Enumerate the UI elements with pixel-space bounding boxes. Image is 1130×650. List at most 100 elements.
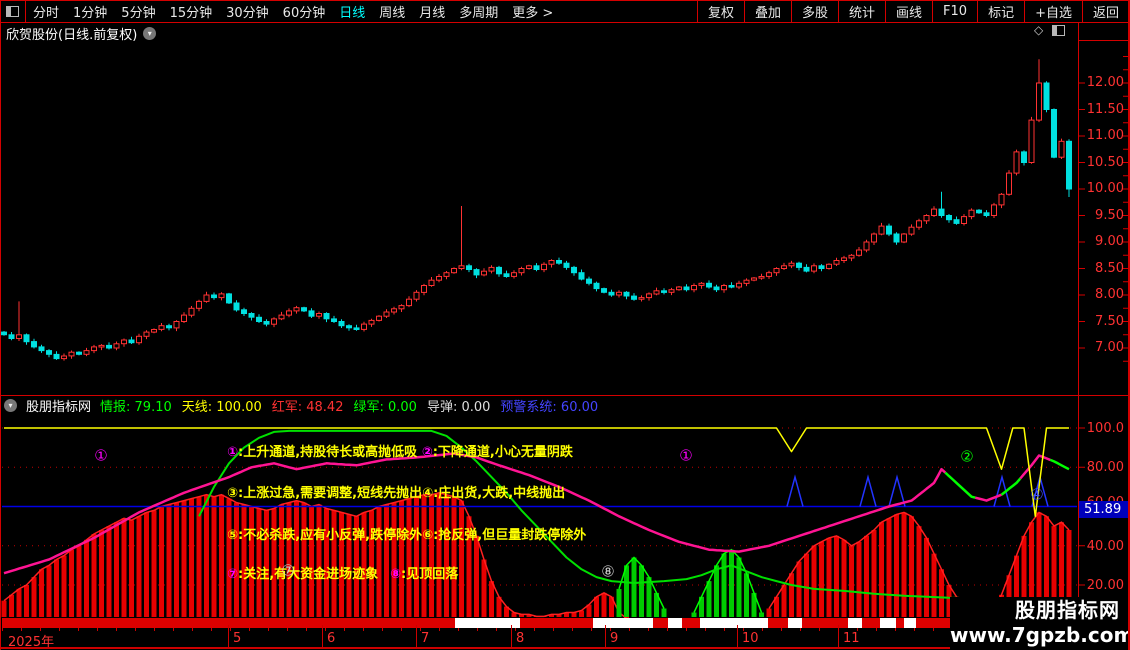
annotation-row-2: ③:上涨过急,需要调整,短线先抛出④:庄出货,大跌,中线抛出 [227, 482, 565, 501]
toolbar-button-7[interactable]: 标记 [977, 0, 1024, 22]
axis-vline [1078, 22, 1079, 650]
axis-tick [553, 628, 554, 631]
axis-bottom-border [0, 647, 950, 649]
annotation-text: :上涨过急,需要调整,短线先抛出 [238, 486, 423, 501]
top-toolbar: 分时 1分钟 5分钟 15分钟 30分钟 60分钟 日线 周线 月线 多周期 更多 > 复权 叠加 多股… [0, 0, 1129, 23]
period-tab-9[interactable]: 月线 [412, 2, 452, 21]
layout-icon-button[interactable] [0, 0, 26, 22]
indicator-field-2: 天线: 100.00 [181, 400, 262, 415]
period-tab-5[interactable]: 30分钟 [219, 2, 276, 21]
annotation-text: ② [421, 445, 433, 460]
annotation-text: ⑧ [390, 567, 402, 582]
annotation-text: :见顶回落 [401, 567, 459, 582]
price-label: 7.50 [1095, 313, 1124, 329]
chart-corner-icons: ◇ [1034, 24, 1066, 36]
axis-tick [534, 628, 535, 631]
axis-top-tick [1078, 40, 1130, 41]
axis-tick [116, 628, 117, 631]
signal-strip-segment [880, 618, 896, 628]
signal-strip-segment [788, 618, 802, 628]
axis-tick [572, 628, 573, 631]
annotation-text: ⑥ [422, 528, 434, 543]
month-label: 6 [327, 631, 336, 646]
period-tab-1[interactable]: 分时 [26, 2, 66, 21]
axis-tick [496, 628, 497, 631]
diamond-icon[interactable]: ◇ [1034, 24, 1043, 36]
month-label: 8 [516, 631, 525, 646]
month-label: 10 [742, 631, 759, 646]
signal-strip-segment [700, 618, 768, 628]
axis-tick [781, 628, 782, 631]
annotation-text: :上升通道,持股待长或高抛低吸 [238, 445, 422, 460]
indicator-level-label: 40.00 [1086, 538, 1124, 554]
annotation-row-4: ⑦:关注,有大资金进场迹象 [227, 563, 378, 582]
indicator-collapse-icon[interactable]: ▾ [4, 399, 17, 412]
axis-tick [686, 628, 687, 631]
price-label: 8.00 [1095, 287, 1124, 302]
toolbar-button-3[interactable]: 多股 [790, 0, 838, 22]
toolbar-button-8[interactable]: +自选 [1024, 0, 1082, 22]
price-label: 9.50 [1095, 207, 1124, 223]
title-dropdown-icon[interactable]: ▾ [143, 27, 157, 40]
period-tab-6[interactable]: 60分钟 [276, 2, 333, 21]
period-tab-7[interactable]: 日线 [332, 2, 372, 21]
axis-tick [2, 628, 3, 631]
indicator-level-label: 100.0 [1086, 421, 1124, 436]
toolbar-button-2[interactable]: 叠加 [743, 0, 791, 22]
signal-strip-segment [668, 618, 682, 628]
period-tabs: 分时 1分钟 5分钟 15分钟 30分钟 60分钟 日线 周线 月线 多周期 更多 > [26, 2, 560, 21]
toolbar-button-1[interactable]: 复权 [696, 0, 744, 22]
indicator-field-4: 绿军: 0.00 [353, 400, 417, 415]
period-tab-11[interactable]: 更多 > [505, 2, 560, 21]
annotation-row-3: ⑤:不必杀跌,应有小反弹,跌停除外⑥:抢反弹,但巨量封跌停除外 [227, 524, 586, 543]
axis-tick [648, 628, 649, 631]
axis-tick [819, 628, 820, 631]
month-divider [605, 625, 606, 647]
panel-icon[interactable] [1052, 24, 1066, 36]
axis-tick [477, 628, 478, 631]
price-label: 12.00 [1086, 75, 1124, 90]
axis-tick [97, 628, 98, 631]
axis-tick [800, 628, 801, 631]
toolbar-actions: 复权 叠加 多股 统计 画线 F10 标记 +自选 返回 [696, 0, 1129, 22]
axis-tick [895, 628, 896, 631]
annotation-text: ⑤ [227, 528, 239, 543]
price-label: 10.50 [1086, 154, 1124, 170]
annotation-text: :庄出货,大跌,中线抛出 [433, 486, 566, 501]
period-tab-4[interactable]: 15分钟 [163, 2, 220, 21]
month-divider [511, 625, 512, 647]
signal-marker-⑦: ⑦ [281, 561, 295, 580]
toolbar-button-9[interactable]: 返回 [1081, 0, 1129, 22]
annotation-text: :不必杀跌,应有小反弹,跌停除外 [238, 528, 423, 543]
month-divider [838, 625, 839, 647]
axis-tick [724, 628, 725, 631]
axis-tick [306, 628, 307, 631]
price-label: 8.50 [1095, 260, 1124, 276]
period-tab-10[interactable]: 多周期 [452, 2, 505, 21]
toolbar-button-4[interactable]: 统计 [838, 0, 885, 22]
axis-tick [458, 628, 459, 631]
chart-canvas[interactable] [0, 0, 1130, 650]
split-window-icon [6, 5, 19, 17]
toolbar-button-5[interactable]: 画线 [885, 0, 932, 22]
indicator-site-name: 股朋指标网 [26, 400, 92, 415]
month-divider [737, 625, 738, 647]
indicator-level-label: 80.00 [1086, 460, 1124, 476]
annotation-text: :关注,有大资金进场迹象 [238, 567, 379, 582]
axis-tick [211, 628, 212, 631]
annotation-text: ③ [227, 486, 239, 501]
period-tab-3[interactable]: 5分钟 [114, 2, 162, 21]
axis-tick [439, 628, 440, 631]
axis-tick [401, 628, 402, 631]
price-label: 11.00 [1086, 128, 1124, 143]
annotation-text: ⑦ [227, 567, 239, 582]
axis-tick [154, 628, 155, 631]
axis-tick [344, 628, 345, 631]
period-tab-8[interactable]: 周线 [372, 2, 412, 21]
toolbar-button-6[interactable]: F10 [932, 0, 977, 22]
period-tab-2[interactable]: 1分钟 [66, 2, 114, 21]
axis-tick [933, 628, 934, 631]
price-label: 9.00 [1095, 234, 1124, 249]
axis-tick [667, 628, 668, 631]
price-label: 7.00 [1095, 340, 1124, 355]
